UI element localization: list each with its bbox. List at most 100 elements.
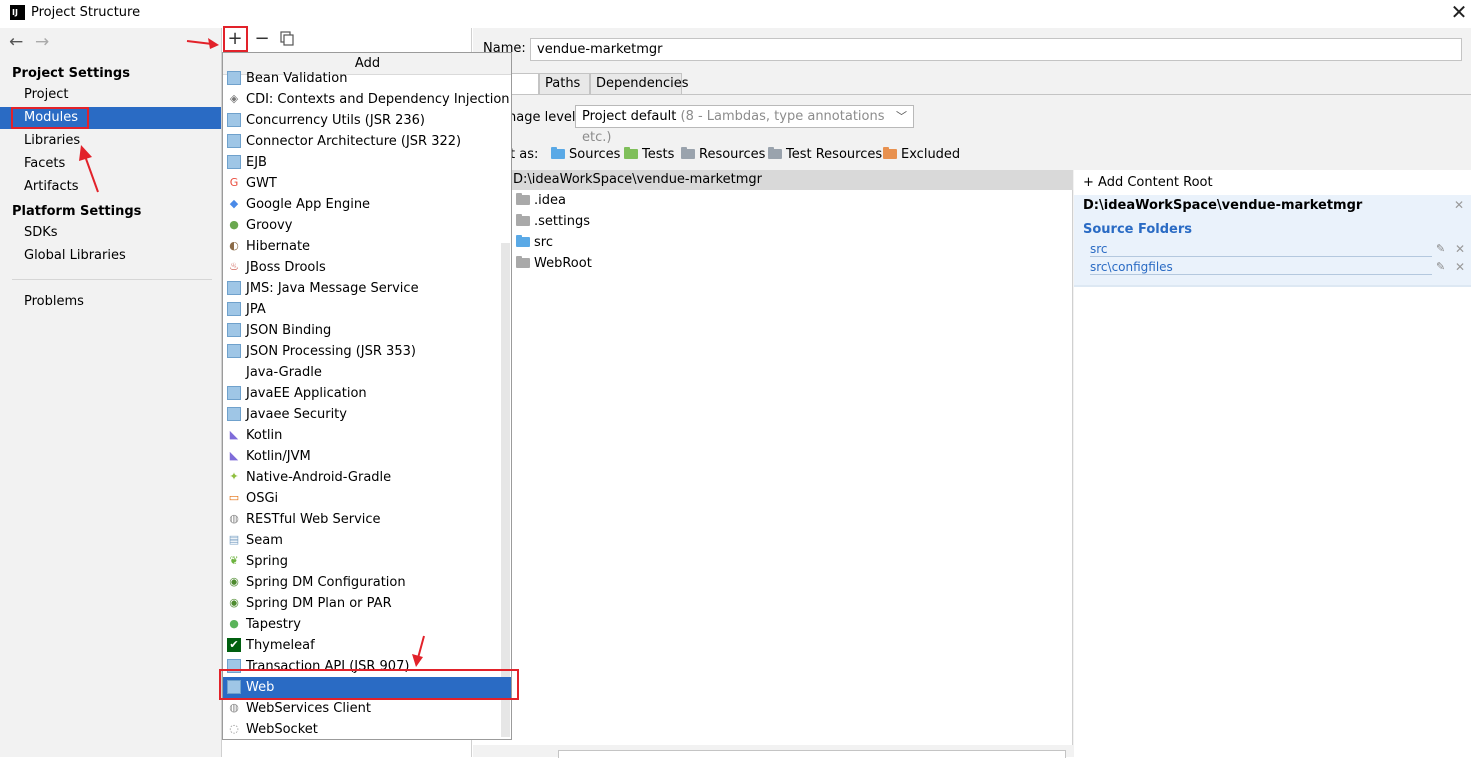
sidebar-item-problems[interactable]: Problems xyxy=(0,291,221,313)
framework-item[interactable]: G GWT xyxy=(223,173,501,194)
window-title: Project Structure xyxy=(31,5,141,20)
spring-dm-icon: ◉ xyxy=(229,575,239,588)
socket-icon: ◌ xyxy=(229,722,239,735)
sidebar-item-facets[interactable]: Facets xyxy=(0,153,221,175)
framework-icon xyxy=(227,134,241,148)
framework-icon xyxy=(227,113,241,127)
framework-icon xyxy=(227,281,241,295)
remove-button[interactable]: − xyxy=(252,28,272,50)
sidebar-item-sdks[interactable]: SDKs xyxy=(0,222,221,244)
framework-item-label: Hibernate xyxy=(246,239,311,254)
remove-source-icon[interactable]: ✕ xyxy=(1455,260,1465,274)
framework-item[interactable]: ◐ Hibernate xyxy=(223,236,501,257)
tree-item-label: .idea xyxy=(534,193,566,208)
framework-item[interactable]: Connector Architecture (JSR 322) xyxy=(223,131,501,152)
mark-test-resources-button[interactable]: Test Resources xyxy=(768,147,882,162)
framework-item-label: Groovy xyxy=(246,218,293,233)
remove-content-root-icon[interactable]: ✕ xyxy=(1454,198,1464,212)
tree-item-idea[interactable]: .idea xyxy=(516,193,566,208)
framework-item[interactable]: JSON Processing (JSR 353) xyxy=(223,341,501,362)
mark-sources-label: Sources xyxy=(569,147,621,162)
source-folder-row[interactable]: src\configfiles xyxy=(1090,260,1432,275)
copy-icon[interactable] xyxy=(279,31,295,47)
source-folder-icon xyxy=(516,235,530,247)
framework-item-label: Java-Gradle xyxy=(246,365,322,380)
framework-item-label: Tapestry xyxy=(246,617,301,632)
framework-item-label: Spring DM Configuration xyxy=(246,575,406,590)
framework-item[interactable]: JMS: Java Message Service xyxy=(223,278,501,299)
framework-item[interactable]: ◣ Kotlin/JVM xyxy=(223,446,501,467)
tree-item-label: .settings xyxy=(534,214,590,229)
edit-pencil-icon[interactable]: ✎ xyxy=(1436,260,1445,273)
seam-icon: ▤ xyxy=(228,533,240,546)
mark-tests-button[interactable]: Tests xyxy=(624,147,674,162)
tree-item-label: WebRoot xyxy=(534,256,592,271)
framework-item[interactable]: ◍ RESTful Web Service xyxy=(223,509,501,530)
back-arrow-icon[interactable]: ← xyxy=(9,32,23,52)
folder-icon xyxy=(516,193,530,205)
framework-item[interactable]: JSON Binding xyxy=(223,320,501,341)
popup-scrollbar[interactable] xyxy=(501,243,510,737)
framework-item[interactable]: JPA xyxy=(223,299,501,320)
framework-icon xyxy=(227,407,241,421)
framework-item[interactable]: Concurrency Utils (JSR 236) xyxy=(223,110,501,131)
framework-item[interactable]: ◆ Google App Engine xyxy=(223,194,501,215)
framework-item[interactable]: ● Tapestry xyxy=(223,614,501,635)
framework-item[interactable]: Bean Validation xyxy=(223,68,501,89)
framework-item[interactable]: ◉ Spring DM Configuration xyxy=(223,572,501,593)
mark-resources-button[interactable]: Resources xyxy=(681,147,765,162)
framework-item-label: Kotlin xyxy=(246,428,283,443)
framework-item[interactable]: EJB xyxy=(223,152,501,173)
framework-item-label: Connector Architecture (JSR 322) xyxy=(246,134,462,149)
source-folders-title: Source Folders xyxy=(1083,222,1193,237)
intellij-logo-icon: IJ xyxy=(10,5,25,20)
framework-item[interactable]: ◌ WebSocket xyxy=(223,719,501,739)
framework-item[interactable]: ✦ Native-Android-Gradle xyxy=(223,467,501,488)
framework-item-label: JSON Processing (JSR 353) xyxy=(246,344,416,359)
spring-leaf-icon: ❦ xyxy=(229,554,239,567)
remove-source-icon[interactable]: ✕ xyxy=(1455,242,1465,256)
framework-item[interactable]: ❦ Spring xyxy=(223,551,501,572)
add-content-root-button[interactable]: + Add Content Root xyxy=(1083,175,1213,190)
framework-item[interactable]: ● Groovy xyxy=(223,215,501,236)
language-level-label: nage level: xyxy=(508,110,580,125)
framework-icon xyxy=(227,302,241,316)
framework-item[interactable]: ▭ OSGi xyxy=(223,488,501,509)
forward-arrow-icon[interactable]: → xyxy=(35,32,49,52)
mark-excluded-button[interactable]: Excluded xyxy=(883,147,960,162)
framework-item[interactable]: Javaee Security xyxy=(223,404,501,425)
tree-item-src[interactable]: src xyxy=(516,235,553,250)
framework-item[interactable]: ◣ Kotlin xyxy=(223,425,501,446)
module-name-input[interactable]: vendue-marketmgr xyxy=(530,38,1462,61)
tab-paths[interactable]: Paths xyxy=(539,73,590,95)
tree-root-item[interactable]: D:\ideaWorkSpace\vendue-marketmgr xyxy=(473,170,1073,190)
tree-item-webroot[interactable]: WebRoot xyxy=(516,256,592,271)
framework-item[interactable]: ◉ Spring DM Plan or PAR xyxy=(223,593,501,614)
globe-icon: ◍ xyxy=(229,512,239,525)
project-settings-header: Project Settings xyxy=(12,66,130,81)
sidebar-item-artifacts[interactable]: Artifacts xyxy=(0,176,221,198)
framework-item[interactable]: Java-Gradle xyxy=(223,362,501,383)
framework-item[interactable]: ◍ WebServices Client xyxy=(223,698,501,719)
language-level-select[interactable]: Project default (8 - Lambdas, type annot… xyxy=(575,105,914,145)
framework-item[interactable]: ♨ JBoss Drools xyxy=(223,257,501,278)
framework-item-label: WebSocket xyxy=(246,722,318,737)
source-folder-row[interactable]: src xyxy=(1090,242,1432,257)
close-button[interactable]: ✕ xyxy=(1447,0,1471,26)
framework-item[interactable]: ▤ Seam xyxy=(223,530,501,551)
kotlin-icon: ◣ xyxy=(229,449,239,462)
edit-pencil-icon[interactable]: ✎ xyxy=(1436,242,1445,255)
annotation-arrow-icon xyxy=(412,635,425,667)
annotation-box-add xyxy=(223,26,248,52)
framework-item[interactable]: ✔ Thymeleaf xyxy=(223,635,501,656)
framework-item[interactable]: ◈ CDI: Contexts and Dependency Injection xyxy=(223,89,510,110)
sidebar-item-global-libraries[interactable]: Global Libraries xyxy=(0,245,221,267)
tab-dependencies[interactable]: Dependencies xyxy=(590,73,689,95)
framework-item[interactable]: JavaEE Application xyxy=(223,383,501,404)
mark-sources-button[interactable]: Sources xyxy=(551,147,620,162)
sidebar-item-libraries[interactable]: Libraries xyxy=(0,130,221,152)
mark-excluded-label: Excluded xyxy=(901,147,961,162)
sidebar-item-project[interactable]: Project xyxy=(0,84,221,106)
framework-item-label: Javaee Security xyxy=(246,407,347,422)
tree-item-settings[interactable]: .settings xyxy=(516,214,590,229)
